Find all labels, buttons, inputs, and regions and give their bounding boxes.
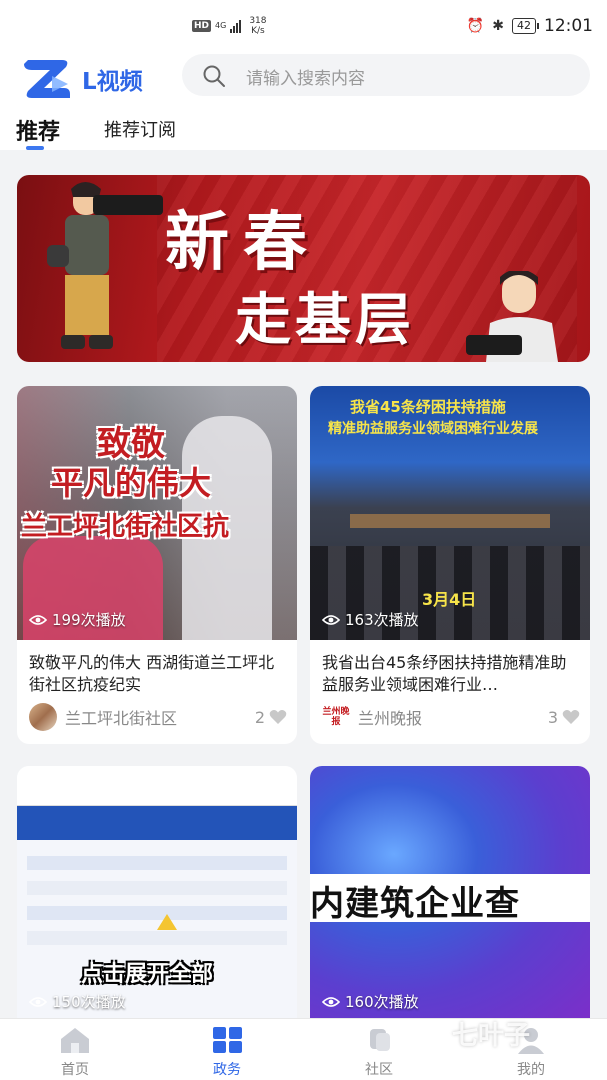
clock: 12:01 xyxy=(544,16,593,36)
thumbnail-page-row xyxy=(27,931,287,945)
tab-recommend[interactable]: 推荐 xyxy=(16,114,60,146)
like-count: 2 xyxy=(254,707,265,727)
thumbnail-caption-line: 我省45条纾困扶持措施 xyxy=(350,398,506,416)
nav-community[interactable]: 社区 xyxy=(334,1025,424,1079)
status-bar: HD 4G 318 K/s ⏰ ✱ 42 12:01 xyxy=(0,0,607,54)
hd-badge: HD xyxy=(192,20,212,32)
avatar[interactable]: 兰州晚报 xyxy=(322,703,350,731)
author-name[interactable]: 兰工坪北街社区 xyxy=(65,705,255,729)
grid-icon xyxy=(213,1027,242,1053)
play-count-text: 199次播放 xyxy=(52,611,126,629)
eye-icon xyxy=(322,614,340,625)
thumbnail-page-row xyxy=(27,856,287,870)
cameraman-illustration xyxy=(47,182,163,349)
banner-headline: 新春 xyxy=(165,205,321,280)
network-type: 4G xyxy=(215,21,227,30)
battery-indicator: 42 xyxy=(512,18,539,34)
app-name: L视频 xyxy=(82,69,143,95)
heart-icon xyxy=(269,710,287,724)
home-icon xyxy=(61,1028,89,1053)
thumbnail-page-header xyxy=(17,806,297,840)
thumbnail-caption-line: 兰工坪北街社区抗 xyxy=(21,512,230,542)
community-icon xyxy=(370,1029,390,1051)
network-indicator: HD 4G 318 K/s xyxy=(192,16,267,36)
eye-icon xyxy=(29,614,47,625)
thumbnail-caption-line: 平凡的伟大 xyxy=(51,464,212,502)
play-count: 150次播放 xyxy=(29,991,126,1012)
heart-icon xyxy=(562,710,580,724)
video-card[interactable]: 致敬 平凡的伟大 兰工坪北街社区抗 199次播放 致敬平凡的伟大 西湖街道兰工坪… xyxy=(17,386,297,744)
bluetooth-icon: ✱ xyxy=(492,18,504,34)
arrow-up-icon xyxy=(157,914,177,930)
speed-unit: K/s xyxy=(251,26,265,36)
thumbnail-caption-line: 内建筑企业查 xyxy=(310,884,520,924)
eye-icon xyxy=(322,996,340,1007)
tab-recommended-subscriptions[interactable]: 推荐订阅 xyxy=(104,116,176,142)
search-placeholder: 请输入搜索内容 xyxy=(246,69,365,89)
video-title[interactable]: 致敬平凡的伟大 西湖街道兰工坪北街社区抗疫纪实 xyxy=(29,652,287,696)
play-count: 199次播放 xyxy=(29,609,126,630)
like-button[interactable]: 2 xyxy=(255,708,287,727)
active-tab-indicator xyxy=(26,146,44,150)
video-meta: 兰州晚报 兰州晚报 3 xyxy=(322,703,580,731)
video-thumbnail[interactable]: 内建筑企业查 160次播放 xyxy=(310,766,590,1018)
eye-icon xyxy=(29,996,47,1007)
video-thumbnail[interactable]: 点击展开全部 150次播放 xyxy=(17,766,297,1018)
video-meta: 兰工坪北街社区 2 xyxy=(29,703,287,731)
watermark: 七叶子 xyxy=(452,1021,531,1051)
nav-label: 社区 xyxy=(365,1062,393,1078)
nav-label: 政务 xyxy=(213,1062,241,1078)
nav-government[interactable]: 政务 xyxy=(182,1025,272,1079)
thumbnail-stage xyxy=(350,514,550,528)
video-title[interactable]: 我省出台45条纾困扶持措施精准助益服务业领域困难行业… xyxy=(322,652,580,696)
video-card[interactable]: 点击展开全部 150次播放 xyxy=(17,766,297,1018)
reporter-illustration xyxy=(466,271,558,362)
alarm-icon: ⏰ xyxy=(466,18,485,34)
play-count: 160次播放 xyxy=(322,991,419,1012)
banner-subheadline: 走基层 xyxy=(235,287,415,353)
speed-value: 318 xyxy=(249,16,267,26)
video-thumbnail[interactable]: 致敬 平凡的伟大 兰工坪北街社区抗 199次播放 xyxy=(17,386,297,640)
search-icon xyxy=(203,65,225,87)
thumbnail-caption-line: 点击展开全部 xyxy=(81,962,214,987)
thumbnail-caption-line: 精准助益服务业领域困难行业发展 xyxy=(328,421,538,437)
app-header: L视频 请输入搜索内容 推荐 推荐订阅 xyxy=(0,54,607,150)
thumbnail-page-row xyxy=(27,881,287,895)
signal-icon xyxy=(230,19,242,33)
thumbnail-caption-line: 3月4日 xyxy=(422,590,477,609)
play-count-text: 150次播放 xyxy=(52,993,126,1011)
nav-label: 我的 xyxy=(517,1062,545,1078)
network-speed: 318 K/s xyxy=(249,16,266,36)
promo-banner[interactable]: 新春 走基层 xyxy=(17,175,590,362)
nav-home[interactable]: 首页 xyxy=(30,1025,120,1079)
app-logo-icon[interactable] xyxy=(22,54,74,100)
avatar[interactable] xyxy=(29,703,57,731)
video-card[interactable]: 我省45条纾困扶持措施 精准助益服务业领域困难行业发展 3月4日 163次播放 … xyxy=(310,386,590,744)
play-count-text: 163次播放 xyxy=(345,611,419,629)
video-thumbnail[interactable]: 我省45条纾困扶持措施 精准助益服务业领域困难行业发展 3月4日 163次播放 xyxy=(310,386,590,640)
like-button[interactable]: 3 xyxy=(548,708,580,727)
play-count-text: 160次播放 xyxy=(345,993,419,1011)
thumbnail-browser-bar xyxy=(17,766,297,806)
nav-label: 首页 xyxy=(61,1062,89,1078)
play-count: 163次播放 xyxy=(322,609,419,630)
like-count: 3 xyxy=(547,707,558,727)
search-bar[interactable]: 请输入搜索内容 xyxy=(182,54,590,96)
author-logo-text: 兰州晚报 xyxy=(322,707,350,727)
author-name[interactable]: 兰州晚报 xyxy=(358,705,548,729)
video-card[interactable]: 内建筑企业查 160次播放 xyxy=(310,766,590,1018)
